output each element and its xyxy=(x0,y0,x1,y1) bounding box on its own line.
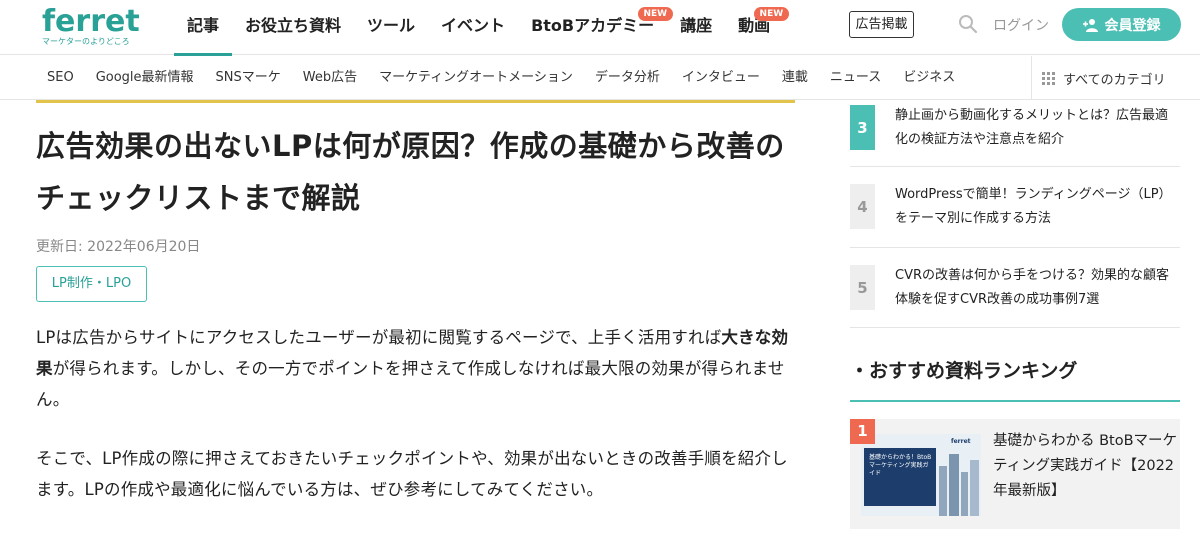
recommend-title: 基礎からわかる BtoBマーケティング実践ガイド【2022年最新版】 xyxy=(993,433,1178,499)
global-nav: 記事 お役立ち資料 ツール イベント BtoBアカデミー NEW 講座 動画 NEW xyxy=(174,0,790,56)
article-paragraph: LPは広告からサイトにアクセスしたユーザーが最初に閲覧するページで、上手く活用す… xyxy=(36,322,796,415)
add-user-icon xyxy=(1082,18,1098,32)
category-nav: SEO Google最新情報 SNSマーケ Web広告 マーケティングオートメー… xyxy=(0,56,1200,100)
category-marketing-automation[interactable]: マーケティングオートメーション xyxy=(368,56,584,100)
ad-placement-button[interactable]: 広告掲載 xyxy=(849,11,914,38)
nav-tools[interactable]: ツール xyxy=(354,0,428,55)
register-button[interactable]: 会員登録 xyxy=(1062,8,1181,41)
nav-resources[interactable]: お役立ち資料 xyxy=(232,0,354,55)
category-business[interactable]: ビジネス xyxy=(892,56,966,100)
site-logo[interactable]: ferret マーケターのよりどころ xyxy=(40,4,140,48)
article-title: 広告効果の出ないLPは何が原因？作成の基礎から改善のチェックリストまで解説 xyxy=(36,129,785,215)
nav-articles[interactable]: 記事 xyxy=(174,0,233,56)
article-tag[interactable]: LP制作・LPO xyxy=(36,266,147,302)
category-data-analysis[interactable]: データ分析 xyxy=(584,56,671,100)
category-interview[interactable]: インタビュー xyxy=(671,56,771,100)
ranking-title: CVRの改善は何から手をつける？効果的な顧客体験を促すCVR改善の成功事例7選 xyxy=(895,268,1170,307)
thumbnail-title: 基礎からわかる！BtoBマーケティング実践ガイド xyxy=(869,454,932,477)
all-categories-button[interactable]: すべてのカテゴリ xyxy=(1031,56,1200,100)
text-run: LPは広告からサイトにアクセスしたユーザーが最初に閲覧するページで、上手く活用す… xyxy=(36,328,722,347)
nav-videos[interactable]: 動画 NEW xyxy=(725,0,790,55)
recommend-heading: ・おすすめ資料ランキング xyxy=(850,360,1078,382)
thumbnail-brand: ferret xyxy=(951,438,971,445)
resource-thumbnail: ferret 基礎からわかる！BtoBマーケティング実践ガイド xyxy=(861,434,981,516)
logo-wordmark: ferret xyxy=(42,4,140,39)
article-paragraph: そこで、LP作成の際に押さえておきたいチェックポイントや、効果が出ないときの改善… xyxy=(36,449,788,499)
ranking-item[interactable]: 3 静止画から動画化するメリットとは？広告最適化の検証方法や注意点を紹介 xyxy=(850,100,1180,167)
ranking-item[interactable]: 4 WordPressで簡単！ランディングページ（LP）をテーマ別に作成する方法 xyxy=(850,167,1180,248)
nav-label: 講座 xyxy=(680,16,713,35)
updated-date: 更新日: 2022年06月20日 xyxy=(36,239,201,255)
recommend-rank-number: 1 xyxy=(850,419,875,444)
nav-label: イベント xyxy=(441,16,506,35)
nav-courses[interactable]: 講座 xyxy=(667,0,725,55)
nav-btob-academy[interactable]: BtoBアカデミー NEW xyxy=(518,0,674,55)
ranking-title: WordPressで簡単！ランディングページ（LP）をテーマ別に作成する方法 xyxy=(895,187,1172,226)
category-sns-marketing[interactable]: SNSマーケ xyxy=(205,56,292,100)
nav-label: ツール xyxy=(367,16,416,35)
nav-label: 記事 xyxy=(187,16,220,35)
all-categories-label: すべてのカテゴリ xyxy=(1063,72,1166,88)
category-seo[interactable]: SEO xyxy=(36,56,85,100)
ranking-item[interactable]: 5 CVRの改善は何から手をつける？効果的な顧客体験を促すCVR改善の成功事例7… xyxy=(850,248,1180,328)
nav-label: お役立ち資料 xyxy=(245,16,342,35)
recommend-rule xyxy=(850,400,1180,402)
login-link[interactable]: ログイン xyxy=(993,15,1049,35)
category-news[interactable]: ニュース xyxy=(819,56,892,100)
rank-number: 5 xyxy=(850,265,875,310)
search-icon[interactable] xyxy=(958,14,978,34)
category-series[interactable]: 連載 xyxy=(771,56,819,100)
text-run: が得られます。しかし、その一方でポイントを押さえて作成しなければ最大限の効果が得… xyxy=(36,359,785,409)
recommend-card[interactable]: ferret 基礎からわかる！BtoBマーケティング実践ガイド 1 基礎からわか… xyxy=(850,419,1180,529)
title-rule xyxy=(36,100,795,103)
nav-label: BtoBアカデミー xyxy=(531,16,655,35)
ranking-title: 静止画から動画化するメリットとは？広告最適化の検証方法や注意点を紹介 xyxy=(895,108,1169,147)
register-label: 会員登録 xyxy=(1104,17,1161,34)
logo-tagline: マーケターのよりどころ xyxy=(42,37,130,46)
grid-icon xyxy=(1042,71,1055,85)
site-header: ferret マーケターのよりどころ 記事 お役立ち資料 ツール イベント Bt… xyxy=(0,0,1200,56)
nav-events[interactable]: イベント xyxy=(428,0,518,55)
rank-number: 3 xyxy=(850,105,875,150)
category-web-ads[interactable]: Web広告 xyxy=(292,56,368,100)
category-list: SEO Google最新情報 SNSマーケ Web広告 マーケティングオートメー… xyxy=(36,56,966,100)
category-google-news[interactable]: Google最新情報 xyxy=(85,56,205,100)
new-badge: NEW xyxy=(753,7,790,21)
rank-number: 4 xyxy=(850,184,875,229)
